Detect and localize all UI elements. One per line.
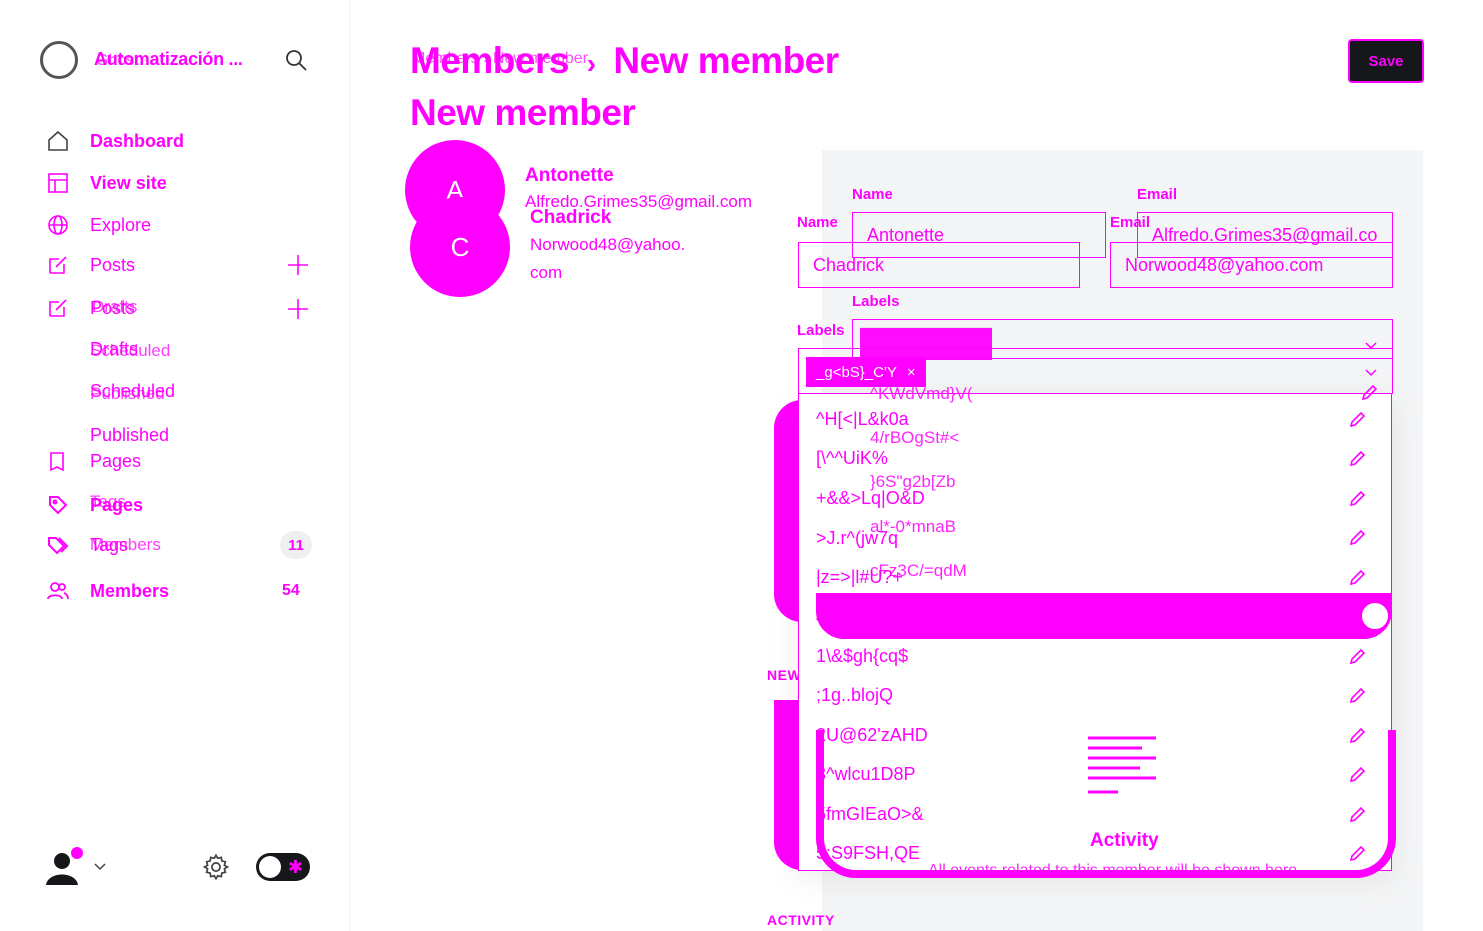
email-label-back: Email (1137, 186, 1178, 203)
pencil-icon[interactable] (1348, 411, 1366, 429)
dropdown-item[interactable]: 5fmGIEaO>& (816, 804, 924, 825)
dark-mode-toggle[interactable]: ✱ (256, 853, 310, 881)
layout-icon (48, 173, 68, 193)
sidebar: Ghost Automatización ... Dashboard View … (0, 0, 350, 931)
edit-icon (49, 256, 67, 274)
name-label: Name (797, 214, 838, 231)
pencil-icon[interactable] (1348, 450, 1366, 468)
member-email-line1: Norwood48@yahoo. (530, 235, 686, 254)
dropdown-item[interactable]: 3^wlcu1D8P (816, 764, 916, 785)
chevron-down-icon[interactable] (92, 858, 108, 874)
pencil-icon[interactable] (1360, 384, 1378, 402)
email-field[interactable]: Norwood48@yahoo.com (1110, 242, 1393, 288)
nav-members[interactable]: Members (46, 578, 169, 604)
pencil-icon[interactable] (1348, 766, 1366, 784)
token-remove-icon[interactable]: × (907, 364, 916, 381)
dropdown-item[interactable]: >J.r^(jw7q (816, 528, 898, 549)
tag-icon (49, 496, 68, 515)
breadcrumb-separator: › (586, 48, 596, 79)
nav-tags-ghost: Tags (90, 492, 126, 511)
activity-caption: ACTIVITY (767, 912, 835, 928)
members-count-badge: 54 (282, 582, 300, 599)
label-token[interactable]: _g<bS}_C'Y × (806, 357, 926, 387)
chevron-down-icon (1365, 369, 1377, 377)
newsletters-caption: NEW (767, 667, 802, 683)
pencil-icon[interactable] (1348, 569, 1366, 587)
nav-scheduled-ghost: Scheduled (90, 341, 171, 360)
member-name: Antonette (525, 165, 614, 186)
dropdown-item[interactable]: $a&^1Plex$.$ (816, 606, 927, 627)
name-label-back: Name (852, 186, 893, 203)
dropdown-item[interactable]: |z=>|l#U?+ (816, 567, 903, 588)
site-logo-icon[interactable] (40, 41, 78, 79)
toggle-knob (259, 856, 281, 878)
pencil-icon[interactable] (1348, 727, 1366, 745)
nav-explore[interactable]: Explore (46, 212, 151, 238)
nav-published[interactable]: Published (90, 425, 169, 446)
pencil-icon[interactable] (1348, 806, 1366, 824)
nav-dashboard-label: Dashboard (90, 130, 185, 151)
notification-dot (71, 847, 83, 859)
breadcrumb-current: New member (613, 40, 839, 81)
pencil-icon[interactable] (1348, 687, 1366, 705)
activity-subtitle: All events related to this member will b… (928, 862, 1302, 879)
dropdown-item[interactable]: [\^^UiK% (816, 448, 888, 469)
nav-view-site-label: View site (90, 172, 167, 193)
new-post-plus-icon[interactable] (286, 253, 310, 277)
nav-drafts-ghost: Drafts (92, 297, 138, 316)
members-count-ghost-badge: 11 (280, 531, 312, 559)
tags-icon (48, 537, 69, 555)
dropdown-item[interactable]: +&&>Lq|O&D (816, 488, 925, 509)
nav-published-ghost: Published (90, 384, 165, 403)
members-icon (47, 582, 69, 600)
nav-pages-label: Pages (90, 450, 142, 471)
label-token-text: _g<bS}_C'Y (816, 363, 897, 381)
member-email-line2: com (530, 263, 563, 282)
nav-explore-label: Explore (90, 214, 152, 235)
member-name: Chadrick (530, 207, 612, 228)
dropdown-item[interactable]: ;1g..blojQ (816, 685, 893, 706)
dropdown-item[interactable]: ^H[<|L&k0a (816, 409, 909, 430)
activity-title: Activity (1090, 830, 1159, 851)
activity-list-icon (1088, 736, 1156, 794)
nav-pages[interactable]: Pages (46, 448, 141, 474)
gear-icon[interactable] (202, 853, 230, 881)
pencil-icon[interactable] (1348, 529, 1366, 547)
labels-label: Labels (797, 322, 845, 339)
labels-label-back: Labels (852, 293, 900, 310)
dropdown-ghost-item: 4/rBOgSt#< (870, 428, 960, 447)
save-button[interactable]: Save (1348, 39, 1424, 83)
new-page-plus-icon[interactable] (286, 297, 310, 321)
pencil-icon[interactable] (1348, 845, 1366, 863)
nav-posts[interactable]: Posts (46, 252, 135, 278)
page-icon (50, 452, 64, 472)
nav-posts-label: Posts (90, 254, 136, 275)
site-name[interactable]: Automatización ... (94, 49, 243, 70)
home-icon (48, 130, 68, 151)
dropdown-item[interactable]: 2U@62'zAHD (816, 725, 928, 746)
pencil-icon[interactable] (1348, 490, 1366, 508)
newsletter-toggle-knob[interactable] (1360, 601, 1390, 631)
dropdown-item[interactable]: 1\&$gh{cq$ (816, 646, 908, 667)
search-icon[interactable] (284, 48, 308, 72)
edit-icon (49, 299, 67, 317)
nav-members-label: Members (90, 580, 170, 601)
sparkle-icon: ✱ (287, 857, 303, 877)
nav-members-ghost: Members (90, 535, 161, 554)
dropdown-item[interactable]: 5:S9FSH,QE (816, 843, 920, 864)
name-field[interactable]: Chadrick (798, 242, 1080, 288)
member-avatar: C (410, 197, 510, 297)
email-label: Email (1110, 214, 1151, 231)
breadcrumb: Members › New member (410, 40, 839, 82)
globe-icon (48, 215, 68, 235)
nav-view-site[interactable]: View site (46, 170, 167, 196)
dropdown-ghost-item: ^KWdVmd}V( (870, 384, 973, 403)
pencil-icon[interactable] (1348, 648, 1366, 666)
page-title: New member (410, 92, 636, 133)
breadcrumb-members-link[interactable]: Members (410, 40, 569, 81)
nav-dashboard[interactable]: Dashboard (46, 128, 184, 154)
